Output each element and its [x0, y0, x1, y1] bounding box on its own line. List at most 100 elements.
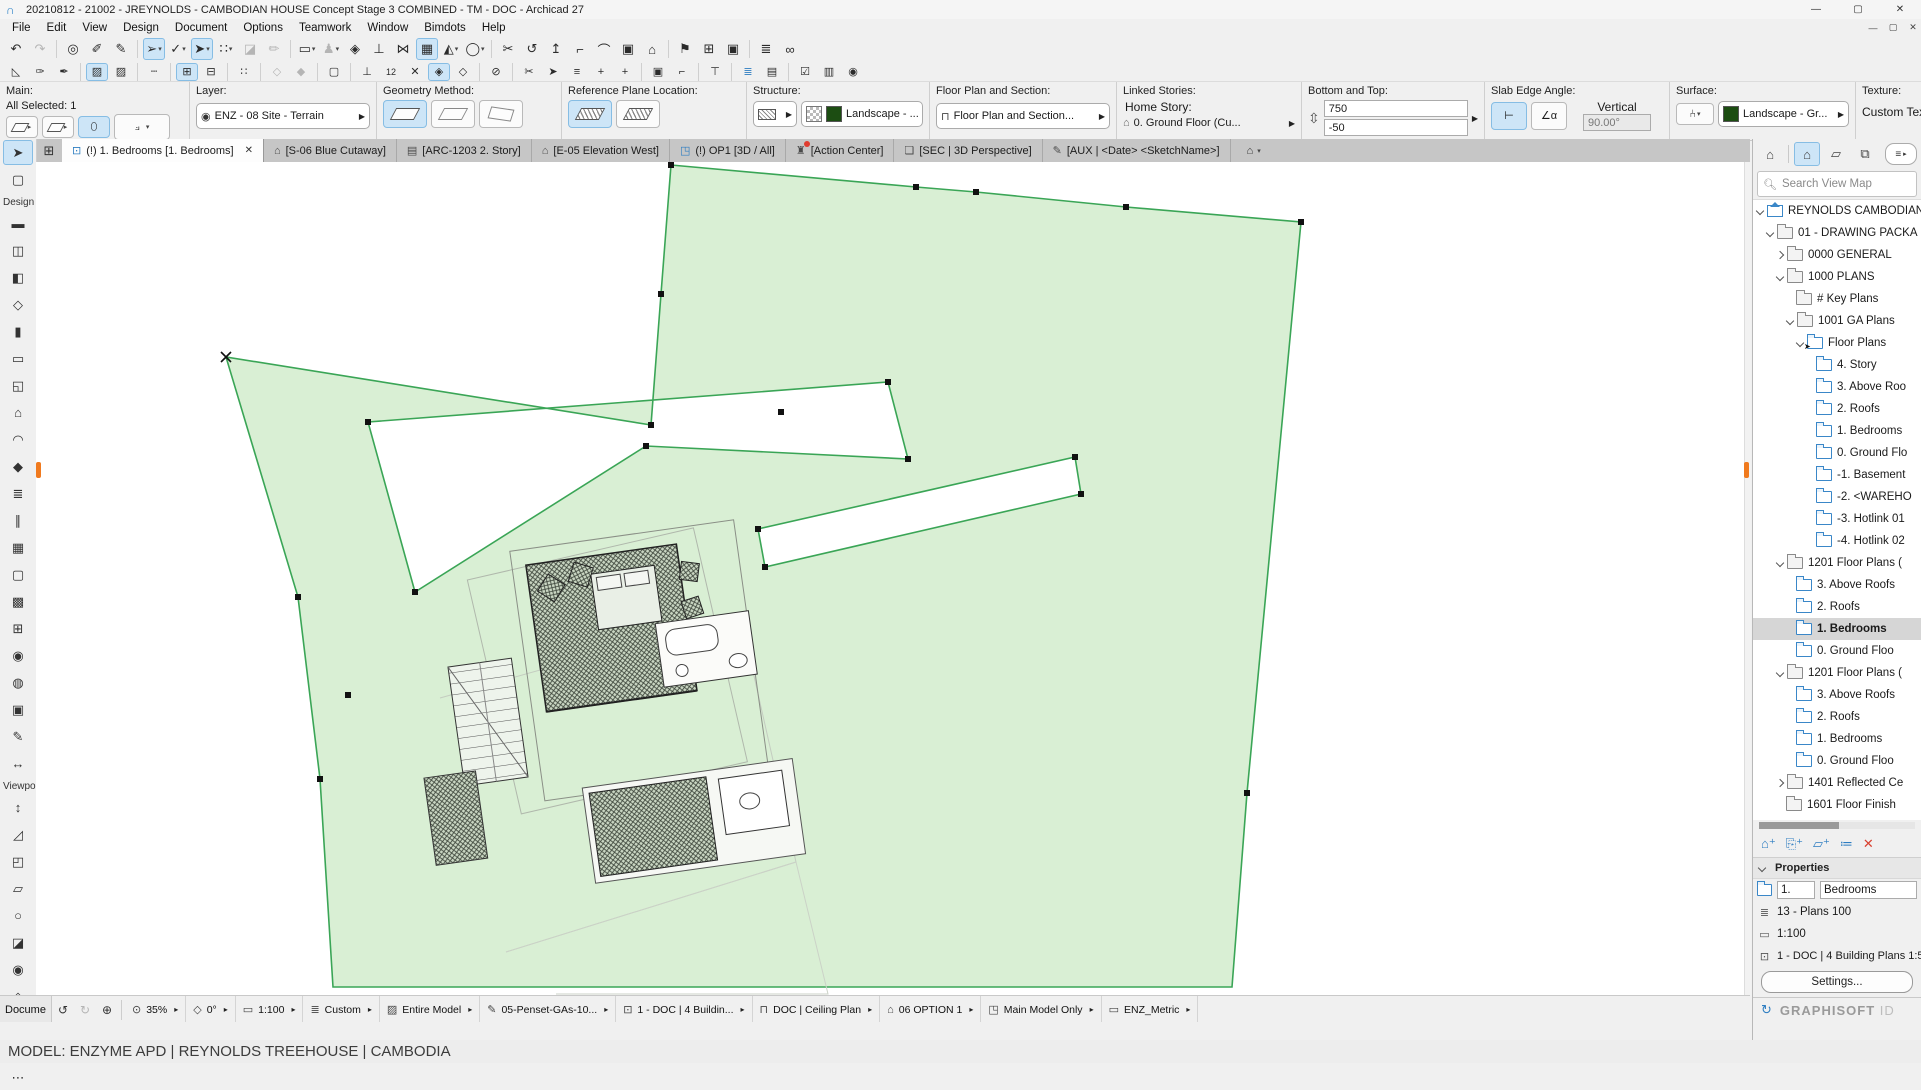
editing-plane-icon[interactable]: ◈	[428, 63, 450, 81]
orientation-combo[interactable]: ◇0°▸	[186, 996, 236, 1023]
intersect-icon[interactable]: ▣	[617, 38, 639, 60]
tab--sec-3d-perspective-[interactable]: ❏[SEC | 3D Perspective]	[894, 139, 1042, 162]
shell-tool-icon[interactable]: ◠	[3, 427, 33, 452]
selected-terrain-slab[interactable]	[226, 165, 1301, 987]
view-map-item-1401-reflected-ce[interactable]: 1401 Reflected Ce	[1753, 772, 1921, 794]
morph-tool-icon[interactable]: ◆	[3, 454, 33, 479]
expand-chevron-icon[interactable]	[1776, 779, 1784, 787]
quick-layers-icon[interactable]: ≣	[755, 38, 777, 60]
refplane-top-button[interactable]	[568, 100, 612, 128]
ceiling-plan-combo[interactable]: ⊓DOC | Ceiling Plan▸	[753, 996, 881, 1023]
view-map-item-1001-ga-plans[interactable]: 1001 GA Plans	[1753, 310, 1921, 332]
view-map-item--4-hotlink-02[interactable]: -4. Hotlink 02	[1753, 530, 1921, 552]
view-settings-icon[interactable]: ≔	[1840, 836, 1853, 852]
marquee-tool-icon[interactable]: ✓▾	[167, 38, 189, 60]
selection-node[interactable]	[365, 419, 371, 425]
refplane-bottom-button[interactable]	[616, 100, 660, 128]
chevron-right-icon[interactable]: ▶	[1472, 114, 1478, 123]
properties-header[interactable]: Properties	[1753, 857, 1921, 879]
selection-node[interactable]	[1123, 204, 1129, 210]
pen-up-icon[interactable]: ✑	[29, 63, 51, 81]
selection-node[interactable]	[905, 456, 911, 462]
chevron-right-icon[interactable]: ▶	[1289, 119, 1295, 128]
floor-plan-canvas[interactable]	[36, 162, 1750, 995]
scale-combo[interactable]: ▭1:100▸	[236, 996, 304, 1023]
grid-snap-icon[interactable]: ∷	[233, 63, 255, 81]
layout-book-icon[interactable]: ▱	[1823, 142, 1849, 166]
hotlink-manager-icon[interactable]: ∞	[779, 38, 801, 60]
view-map-item-1201-floor-plans-[interactable]: 1201 Floor Plans (	[1753, 552, 1921, 574]
label-tool-icon[interactable]: ✎	[3, 724, 33, 749]
close-tab-icon[interactable]: ✕	[245, 145, 253, 156]
elevate-icon[interactable]: ↥	[545, 38, 567, 60]
geometry-rectangle-button[interactable]	[431, 100, 475, 128]
check-document-icon[interactable]: ☑	[794, 63, 816, 81]
maximize-button[interactable]: ▢	[1837, 0, 1879, 19]
view-map-item-0-ground-floo[interactable]: 0. Ground Floo	[1753, 750, 1921, 772]
interior-elevation-tool-icon[interactable]: ◰	[3, 849, 33, 874]
floor-plan-display-combo[interactable]: ⊓ Floor Plan and Section... ▶	[936, 103, 1110, 129]
edge-custom-angle-button[interactable]: ∠α	[1531, 102, 1567, 130]
measure-icon[interactable]: ⊞	[698, 38, 720, 60]
new-view-icon[interactable]: ⌂⁺	[1761, 836, 1776, 852]
expand-chevron-icon[interactable]	[1786, 317, 1794, 325]
delete-view-icon[interactable]: ✕	[1863, 836, 1874, 852]
selection-node[interactable]	[1072, 454, 1078, 460]
beam-tool-icon[interactable]: ▭	[3, 346, 33, 371]
view-map-icon[interactable]: ⌂	[1794, 142, 1820, 166]
visibility-eye-icon[interactable]: ◉	[842, 63, 864, 81]
model-view-options-combo[interactable]: ▨Entire Model▸	[380, 996, 480, 1023]
menu-document[interactable]: Document	[167, 20, 235, 36]
move-tool-icon[interactable]: ➤▾	[191, 38, 213, 60]
expand-chevron-icon[interactable]	[1796, 339, 1804, 347]
geometry-polygon-button[interactable]	[383, 100, 427, 128]
view-map-item-3-above-roo[interactable]: 3. Above Roo	[1753, 376, 1921, 398]
expand-chevron-icon[interactable]	[1776, 273, 1784, 281]
project-chooser-icon[interactable]: ⌂	[1757, 142, 1783, 166]
doc-restore-button[interactable]: ▢	[1883, 20, 1903, 35]
pick-up-parameters-icon[interactable]: ◎	[62, 38, 84, 60]
stretch-icon[interactable]: ⋈	[392, 38, 414, 60]
inject-parameters-icon[interactable]: ✐	[86, 38, 108, 60]
skylight-tool-icon[interactable]: ◇	[3, 292, 33, 317]
plane-settings-icon[interactable]: ◇	[452, 63, 474, 81]
equipment-tool-icon[interactable]: ▣	[3, 697, 33, 722]
selection-node[interactable]	[648, 422, 654, 428]
drag-copy-icon[interactable]: ▣	[722, 38, 744, 60]
pen-down-icon[interactable]: ✒	[53, 63, 75, 81]
add-marker-b-icon[interactable]: +	[614, 63, 636, 81]
grid-tool-icon[interactable]: ⊞	[3, 616, 33, 641]
increase-zoom-icon[interactable]: ⊕	[96, 1000, 118, 1020]
marquee-tool-icon[interactable]: ▢	[3, 167, 33, 192]
selection-node[interactable]	[973, 189, 979, 195]
expand-chevron-icon[interactable]	[1766, 229, 1774, 237]
tab-list-button[interactable]: ⌂▾	[1239, 139, 1269, 162]
roof-tool-icon[interactable]: ⌂	[3, 400, 33, 425]
set-square-icon[interactable]: ◺	[5, 63, 27, 81]
view-map-item-floor-plans[interactable]: ➤Floor Plans	[1753, 332, 1921, 354]
column-tool-icon[interactable]: ▮	[3, 319, 33, 344]
notes-palette-icon[interactable]: ▤	[761, 63, 783, 81]
view-map-item--key-plans[interactable]: # Key Plans	[1753, 288, 1921, 310]
worksheet-tool-icon[interactable]: ▱	[3, 876, 33, 901]
view-map-item--1-basement[interactable]: -1. Basement	[1753, 464, 1921, 486]
view-map-item-1-bedrooms[interactable]: 1. Bedrooms	[1753, 420, 1921, 442]
3d-document-tool-icon[interactable]: ◪	[3, 930, 33, 955]
selection-node[interactable]	[668, 162, 674, 168]
selection-node[interactable]	[1244, 790, 1250, 796]
bottom-offset-input[interactable]: -50	[1324, 119, 1468, 136]
design-option-combo[interactable]: ⌂06 OPTION 1▸	[880, 996, 981, 1023]
flag-marker-icon[interactable]: ⚑	[674, 38, 696, 60]
menu-teamwork[interactable]: Teamwork	[291, 20, 359, 36]
redo-icon[interactable]: ↷	[29, 38, 51, 60]
view-map-item-1601-floor-finish[interactable]: 1601 Floor Finish	[1753, 794, 1921, 816]
align-elements-icon[interactable]: ⌂	[641, 38, 663, 60]
curtain-wall-tool-icon[interactable]: ▦	[3, 535, 33, 560]
menu-window[interactable]: Window	[359, 20, 416, 36]
layer-combination-combo[interactable]: ≣Custom▸	[303, 996, 379, 1023]
view-map-item-0-ground-flo[interactable]: 0. Ground Flo	[1753, 442, 1921, 464]
element-settings-button[interactable]: ⟓▾	[114, 114, 170, 140]
mesh-tool-icon[interactable]: ▩	[3, 589, 33, 614]
fill-display-alt-icon[interactable]: ▨	[110, 63, 132, 81]
selection-node[interactable]	[345, 692, 351, 698]
